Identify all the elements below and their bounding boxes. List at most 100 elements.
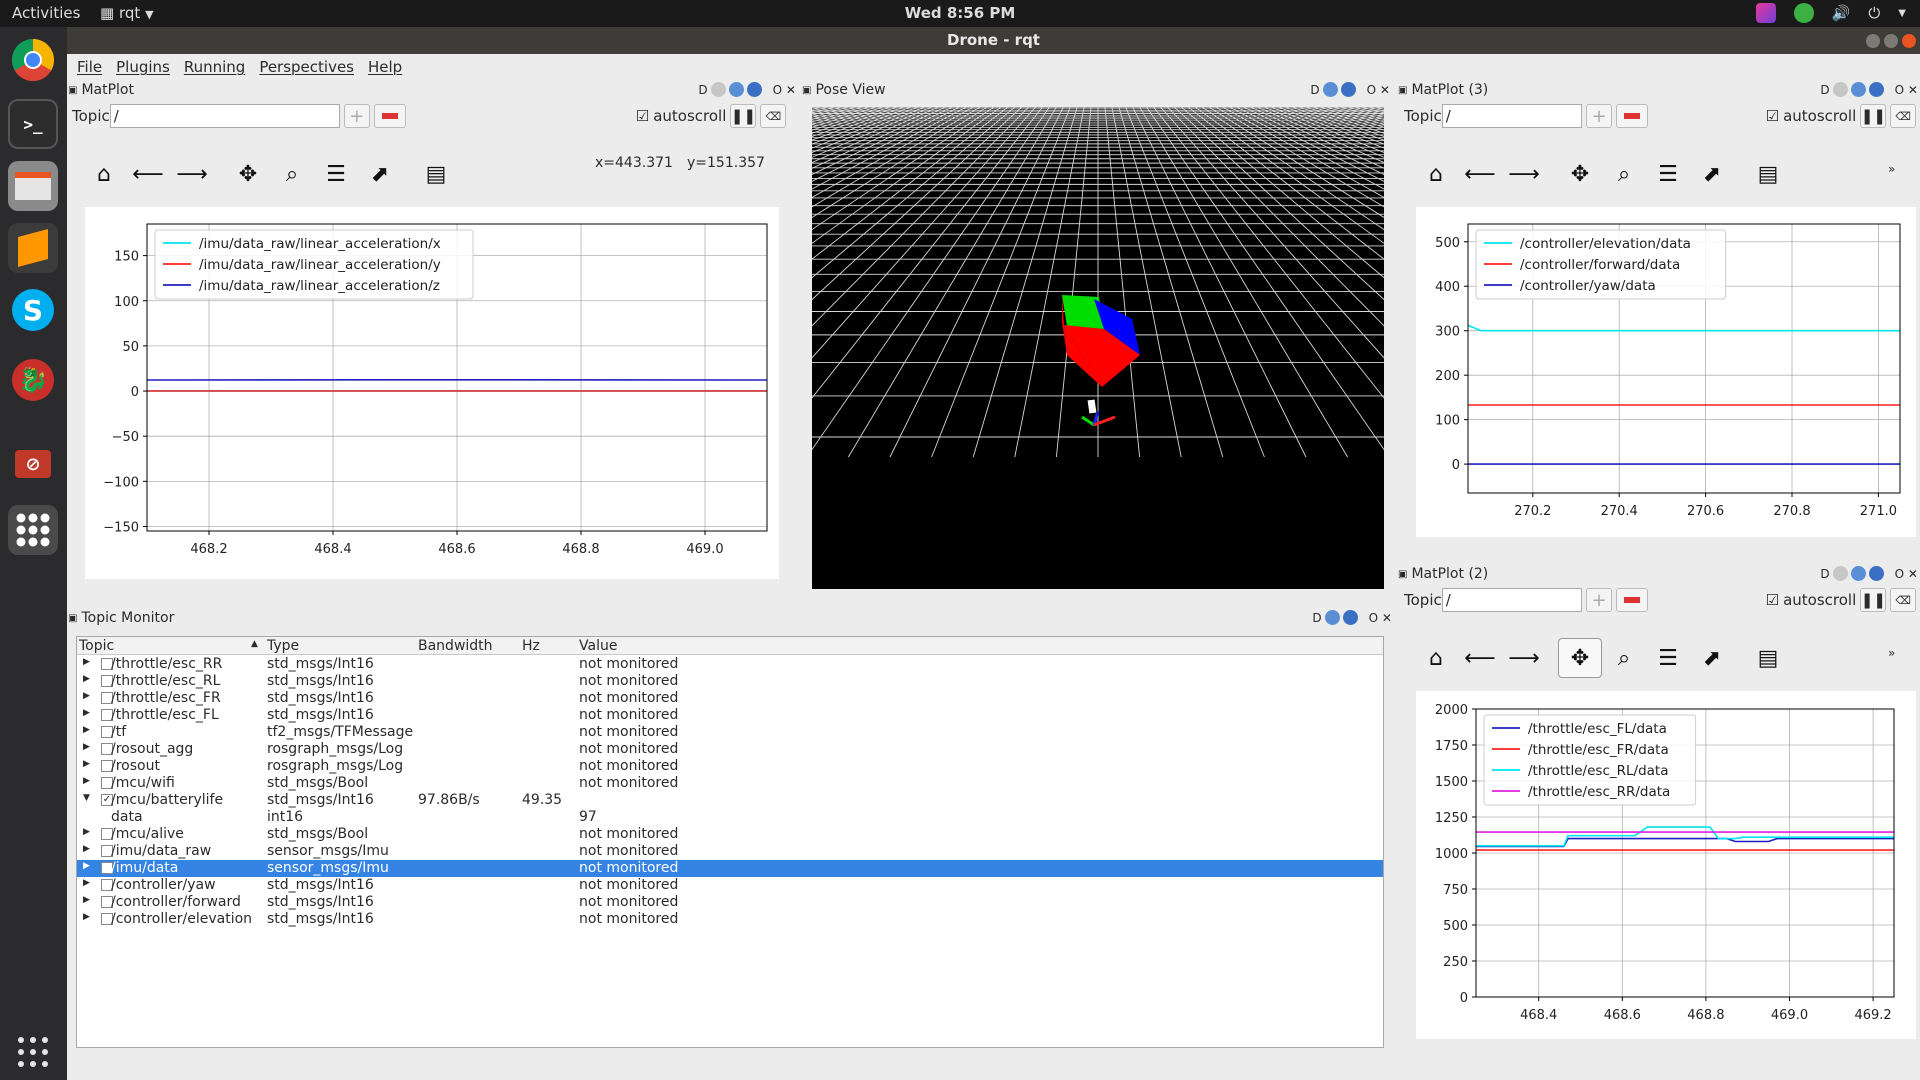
- collapsed-arrow-icon[interactable]: ▶: [83, 878, 90, 888]
- menu-help[interactable]: Help: [368, 58, 402, 76]
- toolbar-overflow-icon[interactable]: »: [1888, 646, 1895, 660]
- reload-icon[interactable]: [1322, 82, 1338, 97]
- configure-subplots-icon[interactable]: ☰: [1646, 154, 1690, 194]
- autoscroll-checkbox[interactable]: ☑: [1766, 591, 1779, 609]
- home-icon[interactable]: ⌂: [1414, 154, 1458, 194]
- add-topic-button[interactable]: +: [1586, 104, 1612, 128]
- pose-view-canvas[interactable]: [812, 107, 1384, 589]
- power-icon[interactable]: ⏻: [1868, 4, 1880, 22]
- dragon-app-icon[interactable]: 🐉: [8, 355, 58, 405]
- clear-button[interactable]: ⌫: [1890, 104, 1916, 128]
- undock-close-buttons[interactable]: O ✕: [1367, 83, 1390, 97]
- forward-arrow-icon[interactable]: ⟶: [1502, 638, 1546, 678]
- home-icon[interactable]: ⌂: [1414, 638, 1458, 678]
- volume-icon[interactable]: 🔊: [1832, 4, 1851, 22]
- collapsed-arrow-icon[interactable]: ▶: [83, 776, 90, 786]
- gear-icon[interactable]: [1832, 82, 1848, 97]
- table-row[interactable]: ▶ /mcu/alive std_msgs/Bool not monitored: [77, 826, 1383, 843]
- menu-plugins[interactable]: Plugins: [116, 58, 170, 76]
- table-row[interactable]: ▶ /rosout_agg rosgraph_msgs/Log not monitor…: [77, 741, 1383, 758]
- undock-close-buttons[interactable]: O ✕: [1895, 83, 1918, 97]
- remove-topic-button[interactable]: [1615, 588, 1648, 612]
- zoom-icon[interactable]: ⌕: [1602, 638, 1646, 678]
- clock[interactable]: Wed 8:56 PM: [0, 4, 1920, 22]
- table-row[interactable]: ▼ ✓/mcu/batterylife std_msgs/Int16 97.86B/s…: [77, 792, 1383, 809]
- pause-button[interactable]: ❚❚: [1860, 104, 1887, 128]
- dock-d-button[interactable]: D: [1820, 567, 1829, 581]
- menu-perspectives[interactable]: Perspectives: [259, 58, 354, 76]
- topic-monitor-table[interactable]: Topic ▲ Type Bandwidth Hz Value ▶ /thrott…: [76, 636, 1384, 1048]
- table-row[interactable]: ▶ /throttle/esc_FR std_msgs/Int16 not monit…: [77, 690, 1383, 707]
- caret-down-icon[interactable]: ▼: [1898, 8, 1906, 19]
- pan-icon[interactable]: ✥: [1558, 154, 1602, 194]
- column-header-bandwidth[interactable]: Bandwidth: [418, 638, 493, 654]
- matplot3-canvas[interactable]: 270.2 270.4 270.6 270.8 271.0 0 100 200 300 400 50…: [1416, 207, 1916, 537]
- back-arrow-icon[interactable]: ⟵: [126, 154, 170, 194]
- reload-icon[interactable]: [1850, 82, 1866, 97]
- table-row[interactable]: ▶ /imu/data sensor_msgs/Imu not monitored: [77, 860, 1383, 877]
- undock-close-buttons[interactable]: O ✕: [1895, 567, 1918, 581]
- pan-icon[interactable]: ✥: [1558, 638, 1602, 678]
- collapsed-arrow-icon[interactable]: ▶: [83, 725, 90, 735]
- help-icon[interactable]: [1340, 82, 1356, 97]
- back-arrow-icon[interactable]: ⟵: [1458, 638, 1502, 678]
- collapsed-arrow-icon[interactable]: ▶: [83, 861, 90, 871]
- table-row[interactable]: ▶ /imu/data_raw sensor_msgs/Imu not monitor…: [77, 843, 1383, 860]
- collapsed-arrow-icon[interactable]: ▶: [83, 759, 90, 769]
- add-topic-button[interactable]: +: [343, 104, 370, 128]
- reload-icon[interactable]: [728, 82, 744, 97]
- table-row[interactable]: ▶ /mcu/wifi std_msgs/Bool not monitored: [77, 775, 1383, 792]
- collapsed-arrow-icon[interactable]: ▶: [83, 912, 90, 922]
- help-icon[interactable]: [746, 82, 762, 97]
- collapsed-arrow-icon[interactable]: ▶: [83, 674, 90, 684]
- close-button[interactable]: [1902, 34, 1916, 48]
- rqt-app-icon[interactable]: [8, 505, 58, 555]
- topic-input[interactable]: /: [1441, 104, 1583, 128]
- topic-input[interactable]: /: [1441, 588, 1583, 612]
- table-row[interactable]: ▶ /controller/forward std_msgs/Int16 not mo…: [77, 894, 1383, 911]
- matplot1-canvas[interactable]: 468.2 468.4 468.6 468.8 469.0 −150 −100 −50 0 50 1…: [85, 207, 779, 579]
- menu-running[interactable]: Running: [184, 58, 245, 76]
- clear-button[interactable]: ⌫: [1890, 588, 1916, 612]
- help-icon[interactable]: [1868, 82, 1884, 97]
- table-row[interactable]: ▶ /tf tf2_msgs/TFMessage not monitored: [77, 724, 1383, 741]
- table-row[interactable]: ▶ /rosout rosgraph_msgs/Log not monitored: [77, 758, 1383, 775]
- collapsed-arrow-icon[interactable]: ▶: [83, 657, 90, 667]
- pan-icon[interactable]: ✥: [226, 154, 270, 194]
- collapsed-arrow-icon[interactable]: ▶: [83, 708, 90, 718]
- collapsed-arrow-icon[interactable]: ▶: [83, 844, 90, 854]
- save-icon[interactable]: ▤: [1746, 638, 1790, 678]
- undock-close-buttons[interactable]: O ✕: [773, 83, 796, 97]
- chrome-icon[interactable]: [8, 35, 58, 85]
- edit-curves-icon[interactable]: ⬈: [1690, 638, 1734, 678]
- help-icon[interactable]: [1868, 566, 1884, 581]
- file-manager-icon[interactable]: [8, 161, 58, 211]
- table-row[interactable]: ▶ /controller/yaw std_msgs/Int16 not monito…: [77, 877, 1383, 894]
- gear-icon[interactable]: [710, 82, 726, 97]
- remove-topic-button[interactable]: [373, 104, 406, 128]
- save-icon[interactable]: ▤: [1746, 154, 1790, 194]
- topic-input[interactable]: /: [109, 104, 340, 128]
- edit-curves-icon[interactable]: ⬈: [1690, 154, 1734, 194]
- add-topic-button[interactable]: +: [1586, 588, 1612, 612]
- menu-file[interactable]: File: [77, 58, 102, 76]
- forward-arrow-icon[interactable]: ⟶: [1502, 154, 1546, 194]
- dock-d-button[interactable]: D: [1310, 83, 1319, 97]
- table-row[interactable]: ▶ /controller/elevation std_msgs/Int16 not …: [77, 911, 1383, 928]
- remove-topic-button[interactable]: [1615, 104, 1648, 128]
- column-header-hz[interactable]: Hz: [522, 638, 540, 654]
- configure-subplots-icon[interactable]: ☰: [1646, 638, 1690, 678]
- check-indicator-icon[interactable]: [1793, 3, 1814, 23]
- reload-icon[interactable]: [1850, 566, 1866, 581]
- toolbar-overflow-icon[interactable]: »: [1888, 162, 1895, 176]
- autoscroll-checkbox[interactable]: ☑: [636, 107, 649, 125]
- collapsed-arrow-icon[interactable]: ▶: [83, 827, 90, 837]
- reload-icon[interactable]: [1324, 610, 1340, 625]
- sublime-text-icon[interactable]: [8, 223, 58, 273]
- gear-icon[interactable]: [1832, 566, 1848, 581]
- autoscroll-checkbox[interactable]: ☑: [1766, 107, 1779, 125]
- forward-arrow-icon[interactable]: ⟶: [170, 154, 214, 194]
- matplot2-canvas[interactable]: 468.4 468.6 468.8 469.0 469.2 0 250 500 750 1000 1…: [1416, 691, 1916, 1039]
- home-icon[interactable]: ⌂: [82, 154, 126, 194]
- column-header-value[interactable]: Value: [579, 638, 617, 654]
